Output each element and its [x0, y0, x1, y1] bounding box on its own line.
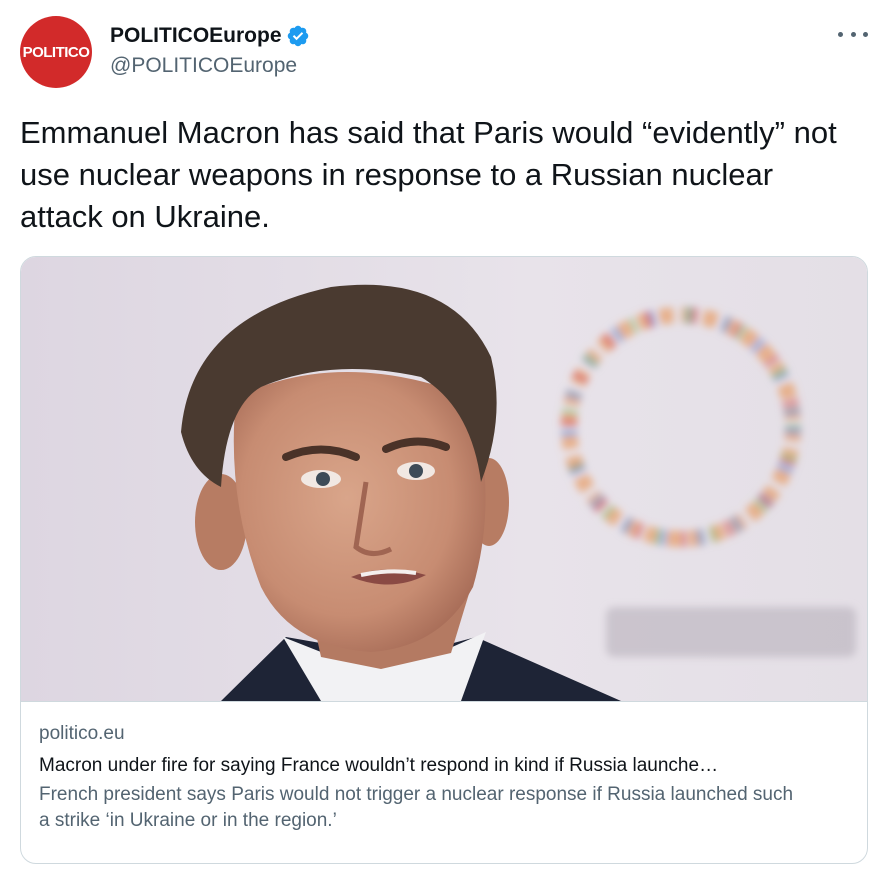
more-dot — [850, 31, 856, 37]
more-horizontal-icon[interactable] — [838, 24, 868, 44]
display-name-row: POLITICOEurope — [110, 22, 310, 50]
account-handle[interactable]: @POLITICOEurope — [110, 54, 310, 78]
tweet-text: Emmanuel Macron has said that Paris woul… — [20, 115, 837, 234]
verified-badge-icon — [287, 25, 308, 47]
card-domain: politico.eu — [39, 723, 125, 744]
tweet-header: POLITICO POLITICOEurope @POLITICOEurope — [20, 16, 868, 88]
more-dot — [863, 31, 868, 37]
avatar[interactable]: POLITICO — [20, 16, 92, 88]
link-card[interactable]: politico.eu Macron under fire for saying… — [20, 256, 868, 864]
card-meta[interactable]: politico.eu Macron under fire for saying… — [21, 701, 867, 863]
article-photo — [21, 257, 867, 701]
display-name[interactable]: POLITICOEurope — [110, 24, 282, 48]
card-description: French president says Paris would not tr… — [39, 784, 794, 831]
avatar-logo-text: POLITICO — [22, 43, 90, 61]
card-title: Macron under fire for saying France woul… — [39, 755, 719, 776]
more-dot — [838, 31, 843, 37]
account-names: POLITICOEurope @POLITICOEurope — [110, 22, 310, 78]
